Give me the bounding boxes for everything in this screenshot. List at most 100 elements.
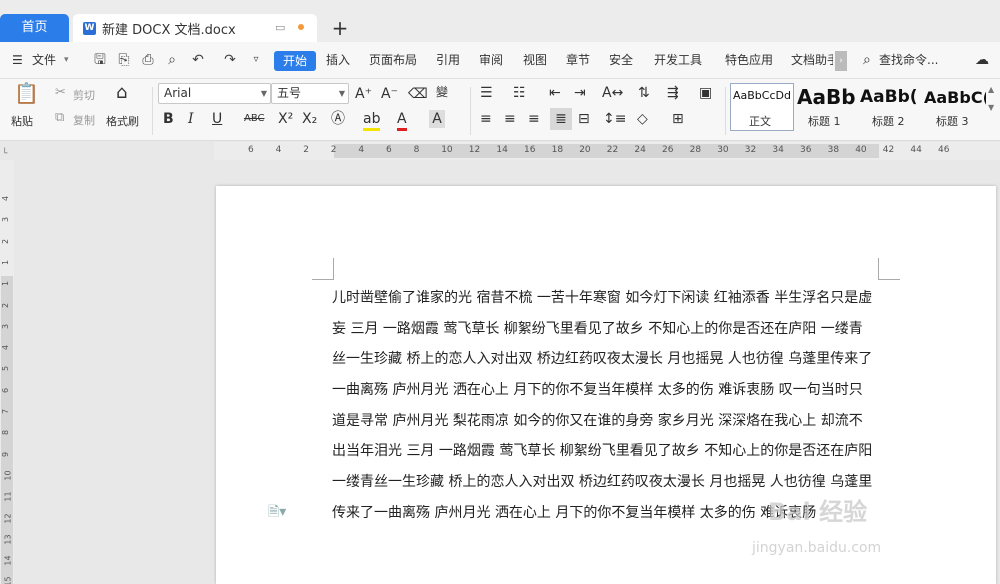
text-effect-icon[interactable]: Ⓐ: [331, 110, 345, 128]
horizontal-ruler[interactable]: 6 4 2 2 4 6 8 10 12 14 16 18 20 22 24 26 28 30 32 34 36 38 40 4…: [214, 142, 1000, 160]
style-normal[interactable]: AaBbCcDd 正文: [730, 83, 794, 131]
cut-button[interactable]: 剪切: [73, 87, 95, 103]
styles-scroll-up-icon[interactable]: ▲: [988, 81, 994, 99]
font-name-select[interactable]: Arial ▼: [158, 83, 271, 104]
chevron-down-icon: ▼: [260, 89, 267, 98]
char-shading-icon[interactable]: A: [429, 110, 445, 128]
copy-icon[interactable]: ⧉: [55, 109, 64, 127]
menu-review[interactable]: 审阅: [479, 42, 503, 79]
monitor-icon[interactable]: ▭: [275, 21, 285, 34]
align-justify-icon[interactable]: ≣: [550, 108, 572, 130]
align-center-icon[interactable]: ≡: [504, 110, 516, 128]
save-icon[interactable]: 🖫: [92, 52, 108, 68]
increase-indent-icon[interactable]: ⇥: [574, 84, 586, 102]
clear-format-icon[interactable]: ⌫: [408, 85, 428, 103]
font-color-icon[interactable]: A: [397, 110, 407, 131]
menu-file[interactable]: 文件: [32, 42, 56, 79]
watermark-logo: Bai 经验: [768, 498, 868, 526]
underline-icon[interactable]: U: [212, 110, 222, 128]
font-size-value: 五号: [277, 86, 302, 100]
menu-start[interactable]: 开始: [274, 51, 316, 71]
font-size-select[interactable]: 五号 ▼: [271, 83, 349, 104]
command-search[interactable]: 查找命令...: [879, 42, 938, 79]
new-tab-button[interactable]: +: [330, 14, 350, 42]
redo-icon[interactable]: ↷: [222, 52, 238, 68]
grow-font-icon[interactable]: A⁺: [355, 85, 372, 103]
crop-mark: [312, 258, 334, 280]
shrink-font-icon[interactable]: A⁻: [381, 85, 398, 103]
undo-icon[interactable]: ↶: [190, 52, 206, 68]
ruler-tick: 8: [413, 145, 420, 155]
ruler-tick: 36: [800, 145, 812, 155]
style-heading-1[interactable]: AaBb 标题 1: [796, 83, 858, 131]
divider: [152, 87, 153, 135]
format-painter-button[interactable]: 格式刷: [106, 113, 139, 129]
border-icon[interactable]: ⊞: [672, 110, 684, 128]
tab-selector-icon[interactable]: └: [2, 149, 7, 159]
ruler-tick: 3: [1, 323, 11, 329]
bullet-list-icon[interactable]: ☰: [480, 84, 493, 102]
ruler-tick: 7: [1, 408, 11, 415]
format-painter-icon[interactable]: ⌂: [116, 84, 127, 102]
menu-scroll-right-icon[interactable]: ›: [835, 51, 847, 71]
menu-references[interactable]: 引用: [436, 42, 460, 79]
search-icon[interactable]: ⌕: [863, 42, 871, 79]
menu-view[interactable]: 视图: [523, 42, 547, 79]
decrease-indent-icon[interactable]: ⇤: [549, 84, 561, 102]
tab-home[interactable]: 首页: [0, 14, 69, 42]
copy-button[interactable]: 复制: [73, 112, 95, 128]
menu-special[interactable]: 特色应用: [725, 42, 773, 79]
align-right-icon[interactable]: ≡: [528, 110, 540, 128]
borders-icon[interactable]: ▣: [699, 84, 712, 102]
menu-developer[interactable]: 开发工具: [654, 42, 702, 79]
menu-doc-assistant[interactable]: 文档助手: [791, 42, 833, 79]
ribbon-toolbar: 📋 粘贴 ✂ 剪切 ⧉ 复制 ⌂ 格式刷 Arial ▼ 五号 ▼ A⁺ A⁻ …: [0, 79, 1000, 141]
menu-insert[interactable]: 插入: [326, 42, 350, 79]
menu-page-layout[interactable]: 页面布局: [369, 42, 417, 79]
shading-icon[interactable]: ◇: [637, 110, 648, 128]
line-spacing-icon[interactable]: ↕≡: [603, 110, 626, 128]
ruler-tick: 38: [827, 145, 840, 155]
hamburger-icon[interactable]: ☰: [12, 42, 23, 79]
paste-button[interactable]: 粘贴: [11, 113, 33, 129]
ruler-tick: 6: [248, 145, 254, 155]
align-left-icon[interactable]: ≡: [480, 110, 492, 128]
italic-icon[interactable]: I: [188, 110, 194, 128]
ruler-tick: 14: [496, 145, 508, 155]
style-sample: AaBb(: [860, 87, 918, 107]
vertical-ruler[interactable]: 4 3 2 1 1 2 3 4 5 6 7 8 9 10 11 12 13 14 15: [0, 160, 14, 584]
phonetic-guide-icon[interactable]: 變: [436, 83, 448, 101]
ruler-tick: 5: [1, 366, 11, 372]
superscript-icon[interactable]: X²: [278, 110, 293, 128]
ruler-tick: 11: [3, 491, 13, 502]
distributed-align-icon[interactable]: ⊟: [578, 110, 590, 128]
chevron-down-icon[interactable]: ▾: [64, 42, 69, 79]
subscript-icon[interactable]: X₂: [302, 110, 317, 128]
paragraph-layout-icon[interactable]: 🗎▾: [268, 501, 286, 525]
tab-stops-icon[interactable]: ⇶: [667, 84, 679, 102]
ruler-tick: 10: [3, 470, 13, 481]
menu-chapter[interactable]: 章节: [566, 42, 590, 79]
ruler-tick: 2: [1, 238, 11, 244]
highlight-icon[interactable]: ab: [363, 110, 381, 131]
style-heading-3[interactable]: AaBbC( 标题 3: [924, 83, 986, 131]
text-direction-icon[interactable]: A↔: [602, 84, 623, 102]
cloud-icon[interactable]: ☁: [975, 42, 989, 79]
tab-document[interactable]: W 新建 DOCX 文档.docx ▭: [73, 14, 317, 42]
export-icon[interactable]: ⎘: [116, 52, 132, 68]
more-quick-icon[interactable]: ▿: [248, 52, 264, 68]
style-heading-2[interactable]: AaBb( 标题 2: [860, 83, 922, 131]
paste-icon[interactable]: 📋: [14, 83, 39, 103]
word-doc-icon: W: [83, 21, 96, 35]
print-preview-icon[interactable]: ⌕: [164, 52, 180, 68]
numbered-list-icon[interactable]: ☷: [513, 84, 526, 102]
styles-scroll-down-icon[interactable]: ▼: [988, 99, 994, 117]
bold-icon[interactable]: B: [163, 110, 174, 128]
print-icon[interactable]: ⎙: [140, 52, 156, 68]
strikethrough-icon[interactable]: ABC: [244, 110, 265, 128]
style-label: 标题 3: [936, 115, 969, 128]
menu-security[interactable]: 安全: [609, 42, 633, 79]
cut-icon[interactable]: ✂: [55, 84, 66, 102]
ruler-tick: 1: [1, 281, 11, 287]
sort-icon[interactable]: ⇅: [638, 84, 650, 102]
